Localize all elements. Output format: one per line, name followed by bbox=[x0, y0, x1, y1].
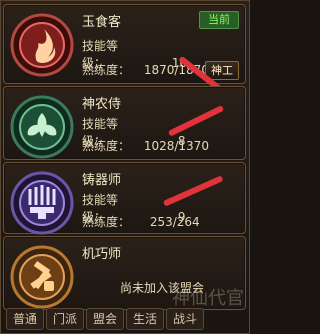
tab-normal[interactable]: 普通 bbox=[6, 308, 44, 330]
tab-battle[interactable]: 战斗 bbox=[166, 308, 204, 330]
flame-emblem-icon bbox=[8, 11, 76, 79]
watermark-logo: 神仙代官 bbox=[172, 288, 244, 309]
skill-name: 神农侍 bbox=[82, 97, 122, 112]
current-badge: 当前 bbox=[199, 11, 239, 29]
tab-sect[interactable]: 门派 bbox=[46, 308, 84, 330]
leaf-emblem-icon bbox=[8, 93, 76, 161]
skill-name: 玉食客 bbox=[82, 15, 122, 30]
prof-value: 1028/1370 bbox=[143, 139, 209, 153]
prof-label: 熟练度： bbox=[82, 139, 131, 153]
prof-value: 253/264 bbox=[149, 215, 200, 229]
prof-label: 熟练度： bbox=[82, 215, 131, 229]
prof-label: 熟练度： bbox=[82, 63, 131, 77]
skill-name: 机巧师 bbox=[82, 247, 122, 262]
skill-card-yushike[interactable]: 玉食客 当前 技能等级： 10 熟练度： 1870/1870 神工 bbox=[3, 4, 246, 93]
proficiency-row: 熟练度： 253/264 bbox=[82, 213, 200, 230]
skill-card-shennongshi[interactable]: 神农侍 技能等级： 8 熟练度： 1028/1370 bbox=[3, 86, 246, 160]
skill-card-zhuqishi[interactable]: 铸器师 技能等级： 9 熟练度： 253/264 bbox=[3, 162, 246, 237]
skill-name: 铸器师 bbox=[82, 173, 122, 188]
gear-emblem-icon bbox=[8, 243, 76, 311]
tab-guild[interactable]: 盟会 bbox=[86, 308, 124, 330]
bottom-tabs: 普通 门派 盟会 生活 战斗 bbox=[2, 308, 248, 332]
anvil-emblem-icon bbox=[8, 169, 76, 237]
proficiency-row: 熟练度： 1028/1370 bbox=[82, 137, 209, 154]
tab-life[interactable]: 生活 bbox=[126, 308, 164, 330]
